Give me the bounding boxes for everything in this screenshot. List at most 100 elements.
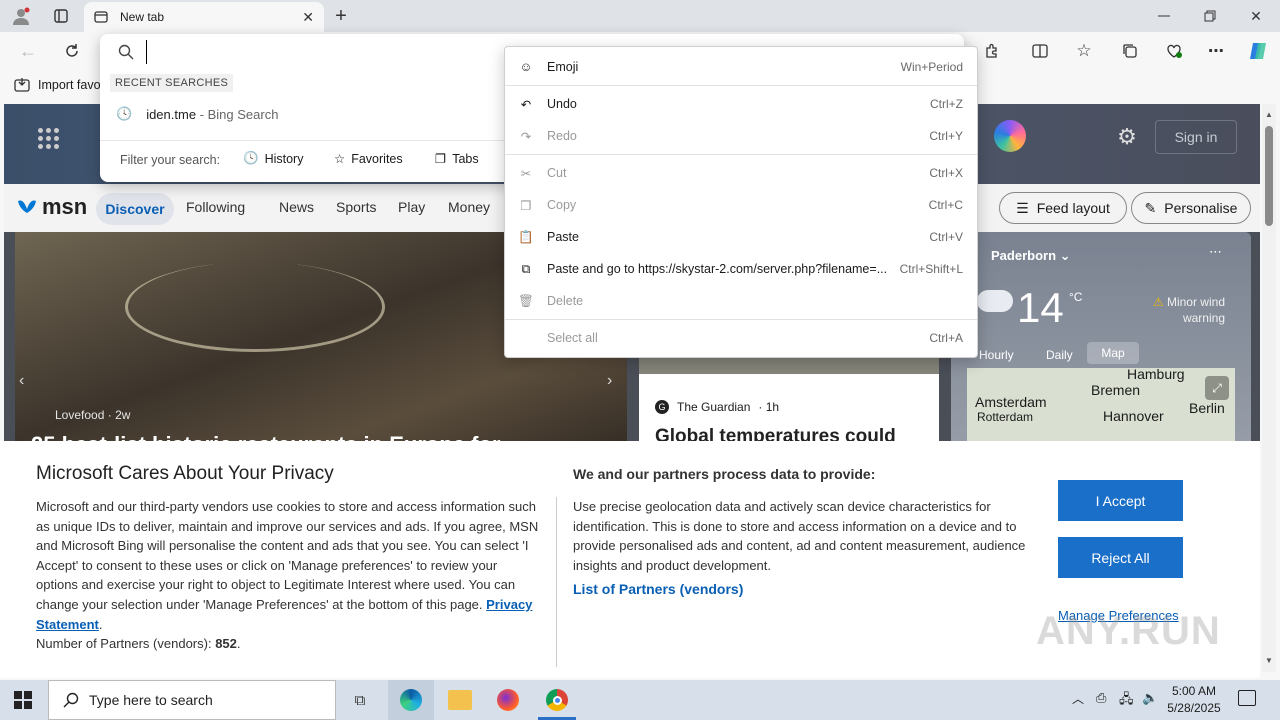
browser-essentials-icon[interactable]	[1162, 40, 1186, 62]
import-favorites-button[interactable]: Import favo	[14, 77, 101, 93]
guardian-source: G The Guardian · 1h	[655, 400, 779, 414]
menu-cut[interactable]: ✂ Cut Ctrl+X	[505, 159, 977, 187]
recent-search-item[interactable]: 🕓 iden.tme - Bing Search	[116, 106, 278, 122]
tray-device-icon[interactable]: ⎙	[1096, 690, 1106, 706]
weather-card[interactable]: Paderborn ⌄ ⋯ 14 °C ⚠ Minor wind warning…	[951, 232, 1251, 472]
address-input[interactable]	[146, 40, 506, 64]
weather-location[interactable]: Paderborn ⌄	[991, 248, 1071, 264]
scroll-thumb[interactable]	[1265, 126, 1273, 226]
menu-redo[interactable]: ↷ Redo Ctrl+Y	[505, 122, 977, 150]
collections-icon[interactable]	[1118, 40, 1142, 62]
weather-tab-hourly[interactable]: Hourly	[979, 348, 1014, 362]
wind-warning[interactable]: ⚠ Minor wind warning	[1139, 294, 1225, 326]
hero-next-icon[interactable]: ›	[607, 372, 612, 390]
cloud-icon	[977, 290, 1013, 312]
more-menu-icon[interactable]: ⋯	[1204, 40, 1228, 62]
filter-favorites-button[interactable]: ☆ Favorites	[334, 151, 403, 167]
hero-prev-icon[interactable]: ‹	[19, 372, 24, 390]
weather-more-icon[interactable]: ⋯	[1209, 244, 1222, 260]
windows-start-icon[interactable]	[14, 691, 32, 709]
copilot-logo-icon[interactable]	[994, 120, 1026, 152]
menu-emoji[interactable]: ☺ Emoji Win+Period	[505, 53, 977, 81]
settings-gear-icon[interactable]: ⚙	[1114, 124, 1140, 150]
filter-tabs-button[interactable]: ❐ Tabs	[435, 151, 479, 167]
feed-layout-label: Feed layout	[1036, 200, 1110, 216]
nav-discover[interactable]: Discover	[96, 193, 174, 225]
privacy-body: Microsoft and our third-party vendors us…	[36, 499, 539, 652]
menu-delete[interactable]: 🗑 Delete	[505, 287, 977, 315]
copilot-icon[interactable]	[1246, 40, 1270, 62]
back-icon[interactable]: ←	[16, 40, 40, 62]
msn-butterfly-icon	[18, 200, 36, 213]
nav-money[interactable]: Money	[448, 199, 490, 215]
scroll-up-icon[interactable]: ▲	[1265, 110, 1273, 119]
title-bar: New tab ✕ + ✕	[0, 0, 1280, 32]
menu-paste[interactable]: 📋 Paste Ctrl+V	[505, 223, 977, 251]
taskbar-search-box[interactable]: Type here to search	[48, 680, 336, 720]
notifications-icon[interactable]	[1238, 690, 1256, 706]
tab-actions-icon[interactable]	[48, 4, 74, 28]
apps-grid-icon[interactable]	[38, 128, 60, 150]
map-label-hamburg: Hamburg	[1127, 368, 1185, 382]
list-of-partners-link[interactable]: List of Partners (vendors)	[573, 581, 743, 597]
privacy-divider	[556, 497, 557, 667]
tabs-icon: ❐	[435, 152, 447, 166]
warning-icon: ⚠	[1152, 295, 1164, 309]
scroll-down-icon[interactable]: ▼	[1265, 656, 1273, 665]
split-screen-icon[interactable]	[1028, 40, 1052, 62]
weather-unit: °C	[1069, 290, 1083, 304]
redo-icon: ↷	[520, 129, 532, 144]
guardian-logo-icon: G	[655, 400, 669, 414]
refresh-icon[interactable]	[60, 40, 84, 62]
chandelier-graphic	[125, 262, 385, 352]
menu-select-all[interactable]: Select all Ctrl+A	[505, 324, 977, 352]
personalise-button[interactable]: ✎ Personalise	[1131, 192, 1251, 224]
new-tab-page-icon	[94, 11, 108, 23]
menu-paste-and-go[interactable]: ⧉ Paste and go to https://skystar-2.com/s…	[505, 255, 977, 283]
reject-all-button[interactable]: Reject All	[1058, 537, 1183, 578]
weather-tab-map[interactable]: Map	[1087, 342, 1139, 364]
taskbar-search-icon	[63, 692, 79, 708]
close-tab-icon[interactable]: ✕	[302, 9, 314, 26]
minimize-icon[interactable]	[1150, 4, 1178, 28]
chrome-taskbar-icon[interactable]	[546, 689, 568, 711]
nav-play[interactable]: Play	[398, 199, 425, 215]
menu-separator	[505, 85, 977, 86]
favorites-star-icon[interactable]: ☆	[1072, 40, 1096, 62]
firefox-taskbar-icon[interactable]	[497, 689, 519, 711]
explorer-taskbar-icon[interactable]	[448, 690, 472, 710]
edge-taskbar-icon[interactable]	[388, 680, 434, 720]
history-icon: 🕓	[243, 151, 259, 165]
sign-in-button[interactable]: Sign in	[1155, 120, 1237, 154]
nav-news[interactable]: News	[279, 199, 314, 215]
expand-map-icon[interactable]: ⤢	[1205, 376, 1229, 400]
star-icon: ☆	[334, 152, 346, 166]
delete-icon: 🗑	[518, 293, 534, 308]
personalise-label: Personalise	[1164, 200, 1238, 216]
page-scrollbar[interactable]: ▲ ▼	[1262, 104, 1276, 672]
nav-following[interactable]: Following	[186, 199, 245, 215]
paste-icon: 📋	[518, 229, 534, 244]
feed-layout-button[interactable]: ☰ Feed layout	[999, 192, 1127, 224]
close-window-icon[interactable]: ✕	[1242, 4, 1270, 28]
extensions-icon[interactable]	[980, 40, 1004, 62]
context-menu: ☺ Emoji Win+Period ↶ Undo Ctrl+Z ↷ Redo Ctrl+Y…	[504, 46, 978, 358]
show-hidden-icons[interactable]: ︿	[1072, 690, 1084, 707]
task-view-icon[interactable]: ⧉	[346, 688, 374, 712]
menu-undo[interactable]: ↶ Undo Ctrl+Z	[505, 90, 977, 118]
network-icon[interactable]: 🖧	[1119, 690, 1134, 712]
filter-history-button[interactable]: 🕓 History	[243, 151, 303, 166]
profile-icon[interactable]	[8, 4, 34, 28]
msn-logo[interactable]: msn	[16, 194, 87, 220]
clock[interactable]: 5:00 AM 5/28/2025	[1166, 683, 1222, 717]
restore-icon[interactable]	[1196, 4, 1224, 28]
weather-tab-daily[interactable]: Daily	[1046, 348, 1073, 362]
new-tab-icon[interactable]: +	[330, 4, 352, 28]
menu-copy[interactable]: ❐ Copy Ctrl+C	[505, 191, 977, 219]
map-label-hannover: Hannover	[1103, 408, 1164, 424]
import-icon	[14, 78, 30, 92]
accept-button[interactable]: I Accept	[1058, 480, 1183, 521]
nav-sports[interactable]: Sports	[336, 199, 376, 215]
volume-icon[interactable]: 🔈	[1142, 690, 1158, 706]
tab-new-tab[interactable]: New tab ✕	[84, 2, 324, 32]
